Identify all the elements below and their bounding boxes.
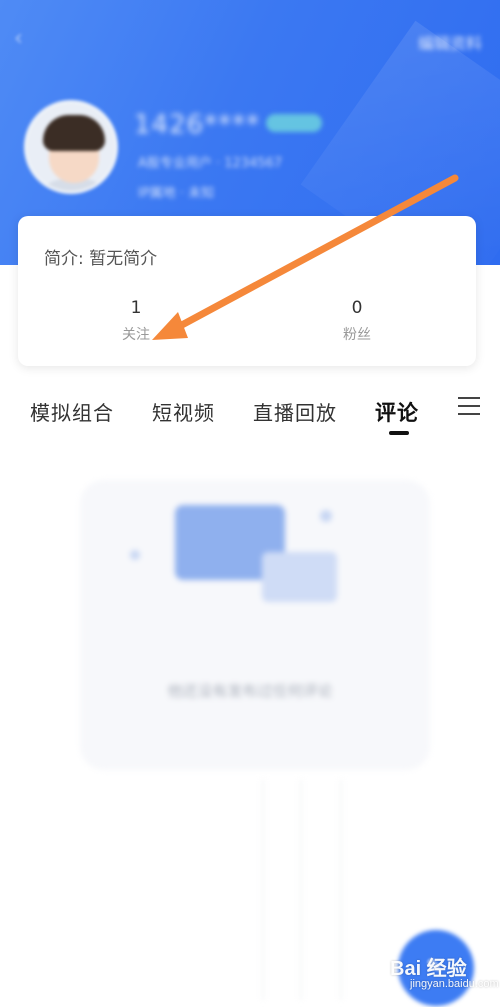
level-badge xyxy=(266,114,322,132)
following-count: 1 xyxy=(130,298,142,318)
decor-line xyxy=(262,780,264,1000)
edit-profile-link[interactable]: 编辑资料 xyxy=(418,30,482,54)
decor-line xyxy=(300,780,302,1000)
decor-dot xyxy=(320,510,332,522)
watermark: Bai 经验 jingyan.baidu.com xyxy=(390,952,499,1004)
content-tabs: 模拟组合 短视频 直播回放 评论 xyxy=(0,395,500,443)
chat-bubble-small-illustration xyxy=(262,552,337,602)
watermark-url: jingyan.baidu.com xyxy=(410,978,499,990)
following-label: 关注 xyxy=(122,327,150,343)
tab-comments[interactable]: 评论 xyxy=(375,397,419,427)
empty-message: 他还没有发布过任何评论 xyxy=(167,682,333,700)
empty-state: 他还没有发布过任何评论 xyxy=(0,460,500,1007)
tab-portfolio[interactable]: 模拟组合 xyxy=(30,397,114,426)
active-tab-indicator xyxy=(389,431,409,435)
watermark-logo: Bai 经验 xyxy=(390,958,467,980)
decor-dot xyxy=(130,550,140,560)
avatar[interactable] xyxy=(24,100,118,194)
tab-live-replay[interactable]: 直播回放 xyxy=(253,397,337,426)
fans-label: 粉丝 xyxy=(343,327,371,343)
back-arrow-icon[interactable]: ‹ xyxy=(14,28,36,50)
following-stat[interactable]: 1 关注 xyxy=(96,298,176,344)
hamburger-menu-icon[interactable] xyxy=(458,397,480,417)
fans-stat[interactable]: 0 粉丝 xyxy=(317,298,397,344)
profile-card: 简介: 暂无简介 1 关注 0 粉丝 xyxy=(18,216,476,366)
tab-short-video[interactable]: 短视频 xyxy=(152,397,215,426)
profile-intro: 简介: 暂无简介 xyxy=(44,249,158,269)
username-blurred: 1426**** xyxy=(134,110,261,140)
profile-location-blurred: IP属地 · 未知 xyxy=(138,186,215,201)
fans-count: 0 xyxy=(351,298,363,318)
decor-line xyxy=(340,780,342,1000)
profile-info-blurred: A股专业用户 · 1234567 xyxy=(138,156,283,171)
